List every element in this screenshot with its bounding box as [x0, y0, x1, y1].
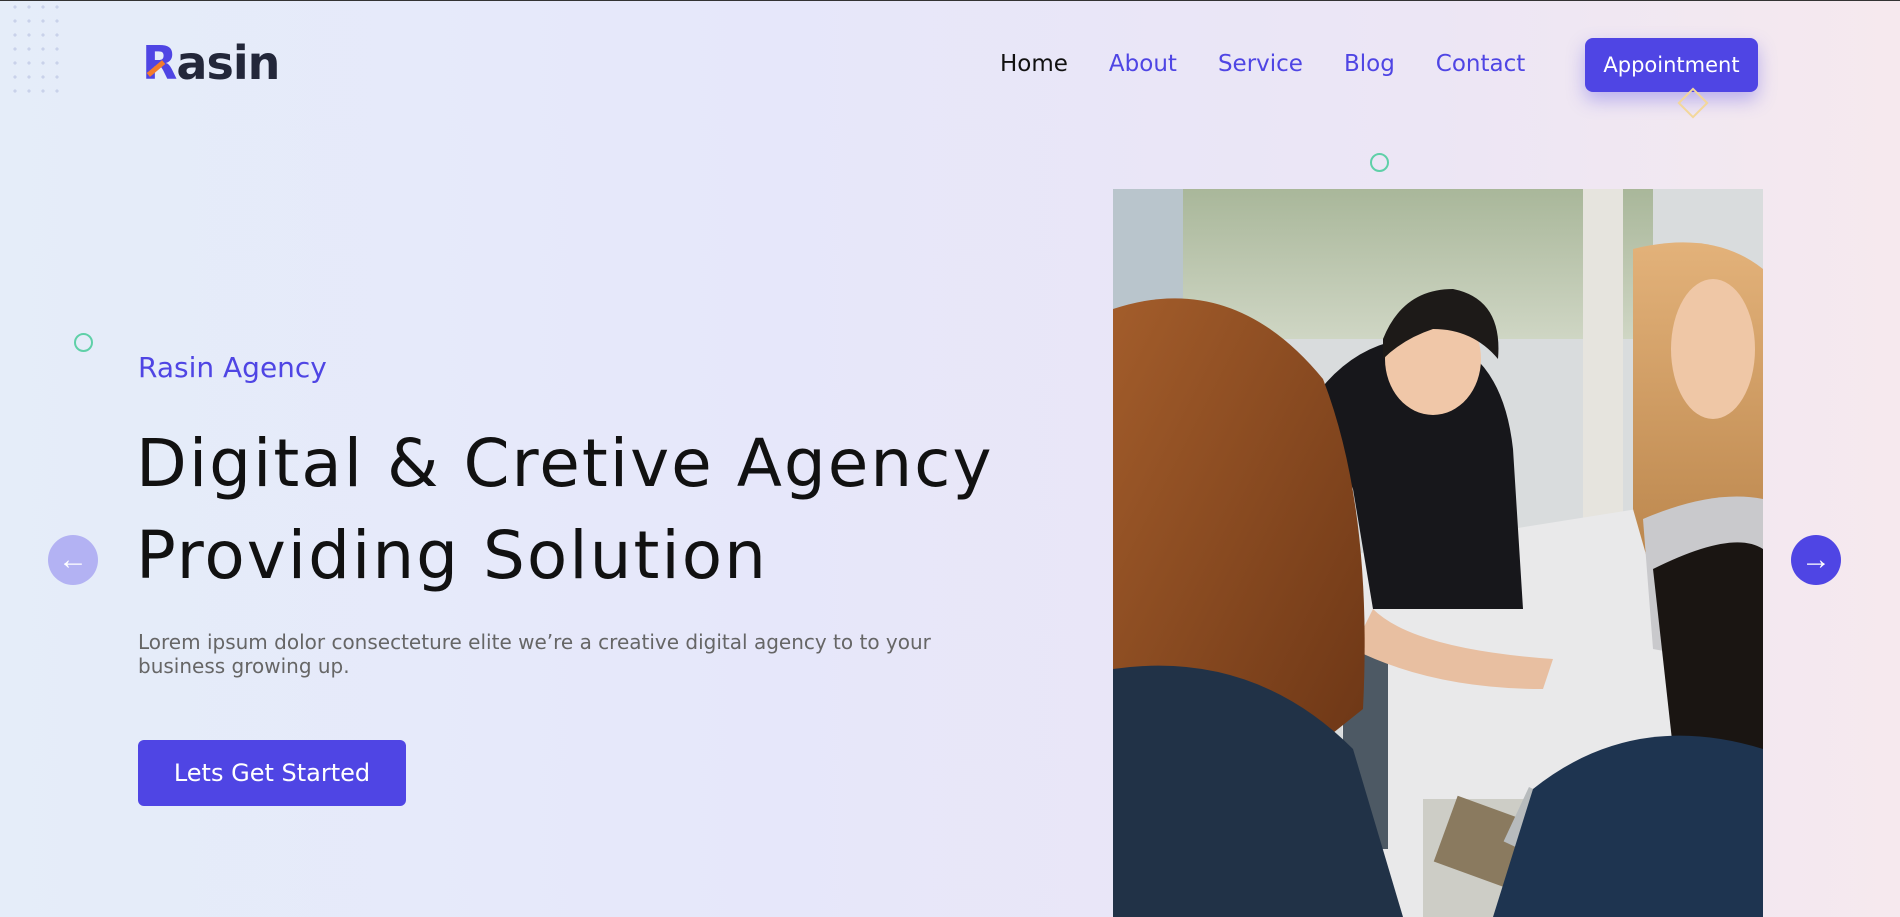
logo[interactable]: Rasin [142, 36, 280, 90]
nav-blog[interactable]: Blog [1344, 48, 1395, 80]
hero-title-line2: Providing Solution [136, 517, 768, 594]
nav-service[interactable]: Service [1218, 48, 1303, 80]
logo-text: asin [176, 36, 280, 90]
hero-eyebrow: Rasin Agency [138, 351, 327, 384]
circle-decoration [1370, 153, 1389, 172]
team-meeting-photo [1113, 189, 1763, 917]
get-started-button[interactable]: Lets Get Started [138, 740, 406, 806]
top-border [0, 0, 1900, 1]
nav-home[interactable]: Home [1000, 48, 1068, 80]
logo-mark: R [142, 36, 177, 90]
slider-prev-button[interactable]: ← [48, 535, 98, 585]
main-nav: Home About Service Blog Contact [1000, 48, 1566, 80]
hero-description: Lorem ipsum dolor consecteture elite we’… [138, 630, 931, 678]
diamond-decoration [1677, 87, 1709, 119]
arrow-left-icon: ← [58, 543, 88, 576]
circle-decoration [74, 333, 93, 352]
appointment-button[interactable]: Appointment [1585, 38, 1758, 92]
dot-pattern-decoration [8, 0, 68, 95]
nav-about[interactable]: About [1109, 48, 1177, 80]
hero-image [1113, 189, 1763, 917]
slider-next-button[interactable]: → [1791, 535, 1841, 585]
hero-title-line1: Digital & Cretive Agency [136, 425, 994, 502]
nav-contact[interactable]: Contact [1436, 48, 1525, 80]
hero-title: Digital & Cretive Agency Providing Solut… [136, 418, 1036, 602]
arrow-right-icon: → [1801, 543, 1831, 576]
